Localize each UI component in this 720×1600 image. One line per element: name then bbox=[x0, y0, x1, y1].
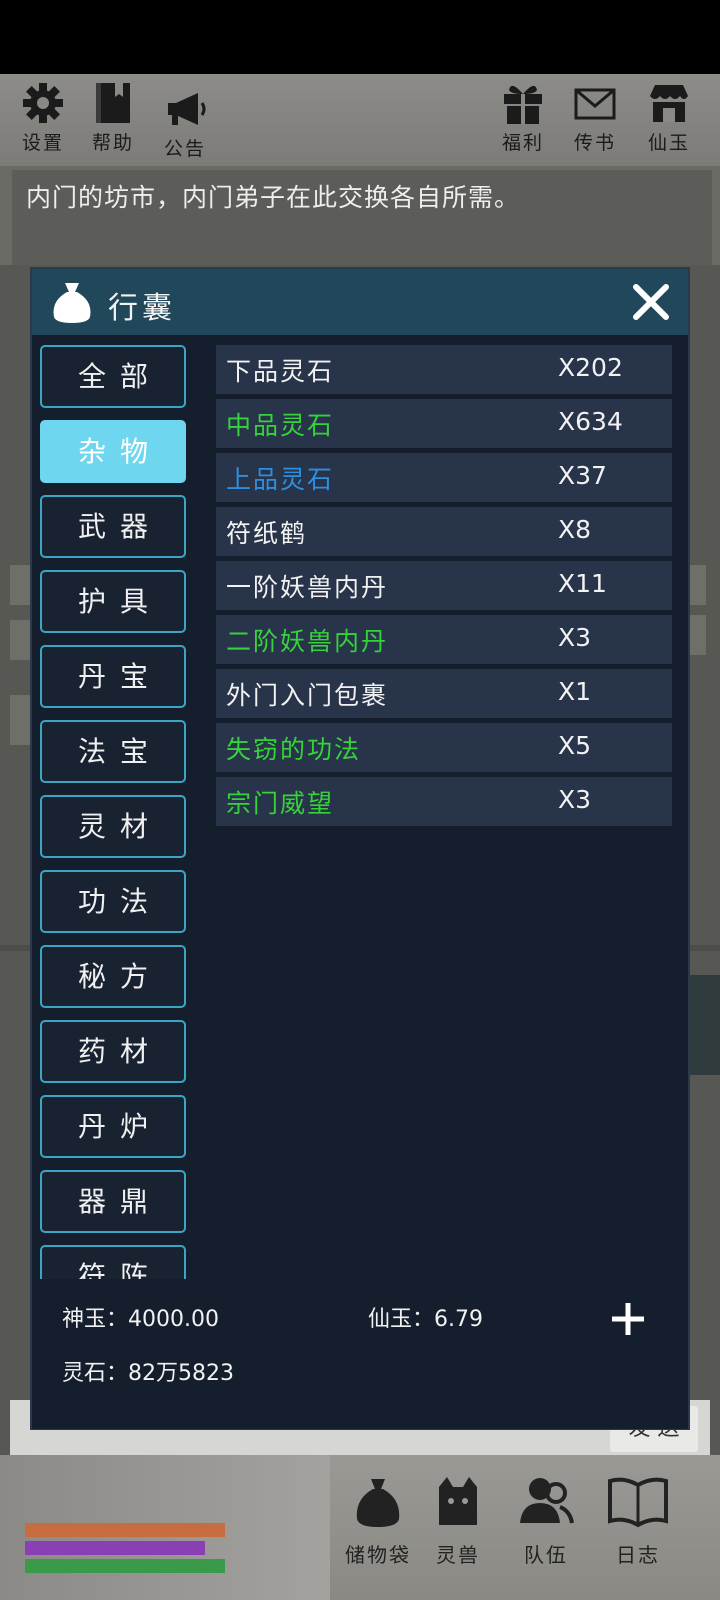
currency-footer: 神玉：4000.00 仙玉：6.79 灵石：82万5823 bbox=[32, 1279, 688, 1429]
item-name: 失窃的功法 bbox=[226, 735, 362, 764]
book-icon bbox=[96, 83, 130, 123]
lingshi-label: 灵石： bbox=[62, 1361, 129, 1386]
xianyu-value: 6.79 bbox=[434, 1307, 483, 1332]
status-bar bbox=[0, 0, 720, 74]
item-row[interactable]: 二阶妖兽内丹 X3 bbox=[216, 615, 672, 664]
mail-icon bbox=[574, 88, 616, 120]
lingshi-balance: 灵石：82万5823 bbox=[62, 1355, 234, 1387]
nav-spirit-beast[interactable]: 灵兽 bbox=[418, 1473, 498, 1568]
category-tab[interactable]: 药材 bbox=[40, 1020, 186, 1083]
modal-title: 行囊 bbox=[108, 291, 176, 326]
storage-bag-icon bbox=[356, 1479, 400, 1527]
jade-shop-label: 仙玉 bbox=[647, 132, 690, 154]
welfare-button[interactable]: 福利 bbox=[488, 80, 558, 155]
item-name: 外门入门包裹 bbox=[226, 681, 389, 710]
settings-label: 设置 bbox=[21, 132, 64, 154]
spirit-beast-icon bbox=[439, 1477, 477, 1525]
item-count: X202 bbox=[558, 353, 623, 382]
announcement-label: 公告 bbox=[163, 138, 206, 160]
nav-storage-bag-label: 储物袋 bbox=[345, 1543, 411, 1567]
item-count: X11 bbox=[558, 569, 607, 598]
item-row[interactable]: 中品灵石 X634 bbox=[216, 399, 672, 448]
modal-header: 行囊 bbox=[32, 269, 688, 335]
item-row[interactable]: 下品灵石 X202 bbox=[216, 345, 672, 394]
nav-storage-bag[interactable]: 储物袋 bbox=[338, 1473, 418, 1568]
item-name: 中品灵石 bbox=[226, 411, 335, 440]
blurred-bar-orange bbox=[25, 1523, 225, 1537]
item-name: 符纸鹤 bbox=[226, 519, 308, 548]
category-tab[interactable]: 杂物 bbox=[40, 420, 186, 483]
item-count: X1 bbox=[558, 677, 592, 706]
megaphone-icon bbox=[168, 93, 206, 125]
category-list: 全部杂物武器护具丹宝法宝灵材功法秘方药材丹炉器鼎符阵令牌 bbox=[40, 345, 188, 1293]
category-tab[interactable]: 灵材 bbox=[40, 795, 186, 858]
item-row[interactable]: 失窃的功法 X5 bbox=[216, 723, 672, 772]
settings-button[interactable]: 设置 bbox=[8, 80, 78, 155]
bag-icon bbox=[53, 283, 91, 323]
xianyu-balance: 仙玉：6.79 bbox=[368, 1301, 483, 1333]
gear-icon bbox=[23, 83, 63, 123]
journal-icon bbox=[608, 1477, 668, 1528]
category-tab[interactable]: 法宝 bbox=[40, 720, 186, 783]
category-tab[interactable]: 丹宝 bbox=[40, 645, 186, 708]
add-currency-button[interactable] bbox=[608, 1299, 648, 1339]
item-row[interactable]: 上品灵石 X37 bbox=[216, 453, 672, 502]
category-tab[interactable]: 丹炉 bbox=[40, 1095, 186, 1158]
lingshi-value: 82万5823 bbox=[128, 1361, 234, 1386]
item-name: 上品灵石 bbox=[226, 465, 335, 494]
item-count: X3 bbox=[558, 785, 592, 814]
item-name: 下品灵石 bbox=[226, 357, 335, 386]
bottom-nav: 储物袋 灵兽 队伍 日志 bbox=[0, 1455, 720, 1600]
item-row[interactable]: 符纸鹤 X8 bbox=[216, 507, 672, 556]
shop-icon bbox=[650, 85, 688, 122]
help-label: 帮助 bbox=[91, 132, 134, 154]
item-name: 一阶妖兽内丹 bbox=[226, 573, 389, 602]
help-button[interactable]: 帮助 bbox=[78, 80, 148, 155]
location-panel: 内门的坊市，内门弟子在此交换各自所需。 bbox=[12, 170, 712, 265]
item-row[interactable]: 一阶妖兽内丹 X11 bbox=[216, 561, 672, 610]
xianyu-label: 仙玉： bbox=[368, 1307, 435, 1332]
category-tab[interactable]: 护具 bbox=[40, 570, 186, 633]
jade-shop-button[interactable]: 仙玉 bbox=[634, 80, 704, 155]
item-name: 宗门威望 bbox=[226, 789, 335, 818]
shenyu-value: 4000.00 bbox=[128, 1307, 219, 1332]
blurred-bar-green bbox=[25, 1559, 225, 1573]
team-icon bbox=[520, 1478, 574, 1524]
item-count: X37 bbox=[558, 461, 607, 490]
category-tab[interactable]: 武器 bbox=[40, 495, 186, 558]
item-list: 下品灵石 X202 中品灵石 X634 上品灵石 X37 符纸鹤 X8 一阶妖兽内丹 X11 二阶妖… bbox=[216, 345, 672, 831]
blurred-bar-purple bbox=[25, 1541, 205, 1555]
shenyu-balance: 神玉：4000.00 bbox=[62, 1301, 219, 1333]
item-count: X5 bbox=[558, 731, 592, 760]
category-tab[interactable]: 全部 bbox=[40, 345, 186, 408]
item-row[interactable]: 外门入门包裹 X1 bbox=[216, 669, 672, 718]
shenyu-label: 神玉： bbox=[62, 1307, 129, 1332]
location-description: 内门的坊市，内门弟子在此交换各自所需。 bbox=[26, 183, 521, 212]
item-count: X8 bbox=[558, 515, 592, 544]
close-icon[interactable] bbox=[628, 279, 674, 325]
item-name: 二阶妖兽内丹 bbox=[226, 627, 389, 656]
item-count: X3 bbox=[558, 623, 592, 652]
nav-team-label: 队伍 bbox=[524, 1543, 568, 1567]
announcement-button[interactable]: 公告 bbox=[150, 86, 220, 161]
mail-button[interactable]: 传书 bbox=[560, 80, 630, 155]
nav-journal-label: 日志 bbox=[616, 1543, 660, 1567]
top-toolbar: 设置 帮助 公告 福利 传书 仙玉 bbox=[0, 74, 720, 166]
category-tab[interactable]: 秘方 bbox=[40, 945, 186, 1008]
category-tab[interactable]: 功法 bbox=[40, 870, 186, 933]
item-count: X634 bbox=[558, 407, 623, 436]
nav-journal[interactable]: 日志 bbox=[598, 1473, 678, 1568]
mail-label: 传书 bbox=[573, 132, 616, 154]
nav-team[interactable]: 队伍 bbox=[506, 1473, 586, 1568]
gift-icon bbox=[504, 85, 542, 124]
item-row[interactable]: 宗门威望 X3 bbox=[216, 777, 672, 826]
category-tab[interactable]: 器鼎 bbox=[40, 1170, 186, 1233]
welfare-label: 福利 bbox=[501, 132, 544, 154]
bag-modal: 行囊 全部杂物武器护具丹宝法宝灵材功法秘方药材丹炉器鼎符阵令牌 下品灵石X202… bbox=[30, 267, 690, 1430]
nav-spirit-beast-label: 灵兽 bbox=[436, 1543, 480, 1567]
